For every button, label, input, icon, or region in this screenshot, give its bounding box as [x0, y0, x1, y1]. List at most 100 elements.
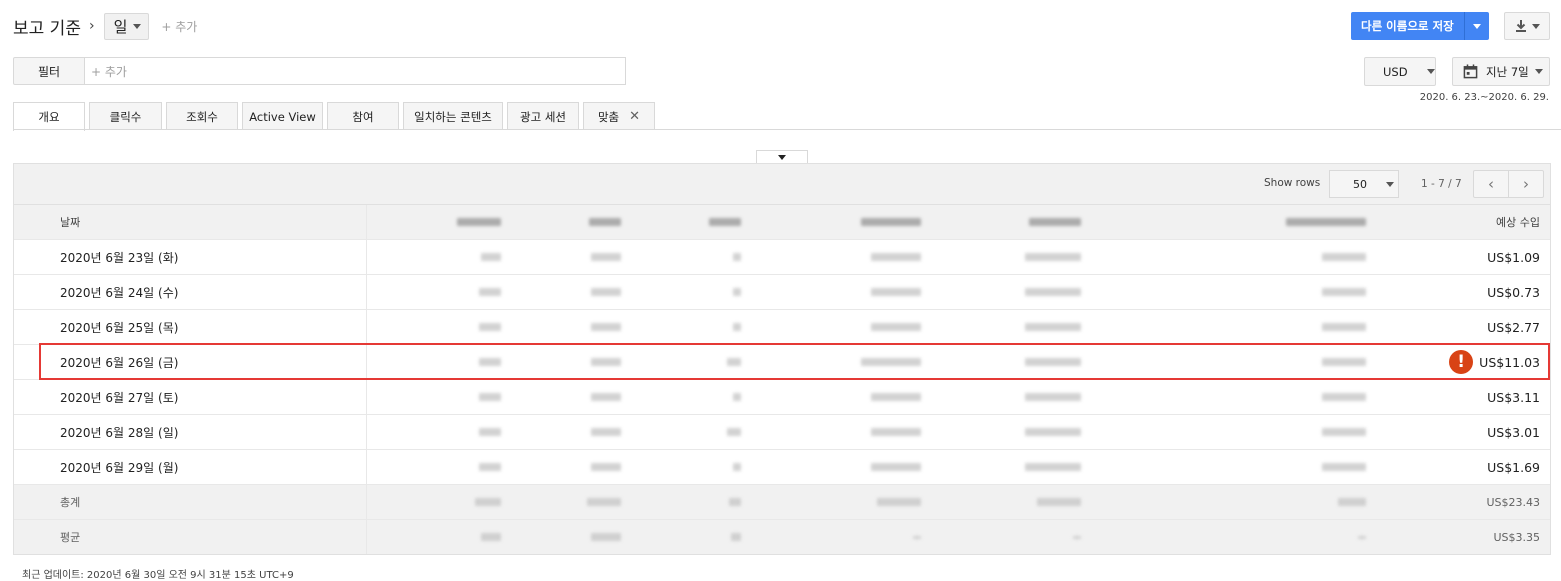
tab-custom[interactable]: 맞춤 ✕	[583, 102, 655, 130]
tab-active-view[interactable]: Active View	[242, 102, 323, 130]
redacted-text	[913, 535, 921, 539]
redacted-cell	[927, 240, 1087, 274]
redacted-text	[709, 218, 741, 226]
add-dimension-link[interactable]: + 추가	[161, 18, 197, 35]
redacted-text	[871, 393, 921, 401]
tab-matched-content[interactable]: 일치하는 콘텐츠	[403, 102, 503, 130]
redacted-text	[1286, 218, 1366, 226]
redacted-text	[479, 288, 501, 296]
redacted-cell	[927, 520, 1087, 554]
prev-page-button[interactable]: ‹	[1473, 170, 1509, 198]
tab-ad-sessions[interactable]: 광고 세션	[507, 102, 579, 130]
redacted-text	[591, 533, 621, 541]
table-row[interactable]: 2020년 6월 25일 (목) US$2.77	[14, 309, 1550, 344]
redacted-text	[727, 358, 741, 366]
redacted-cell	[1087, 275, 1372, 309]
redacted-text	[589, 218, 621, 226]
row-estimated-revenue: US$0.73	[1487, 284, 1540, 300]
redacted-cell	[367, 275, 507, 309]
report-unit-select[interactable]: 일	[103, 12, 150, 40]
redacted-cell	[627, 380, 747, 414]
redacted-text	[1322, 428, 1366, 436]
save-options-button[interactable]	[1463, 12, 1489, 40]
redacted-cell	[507, 275, 627, 309]
column-header-redacted[interactable]	[1087, 205, 1372, 239]
redacted-text	[587, 498, 621, 506]
report-table: 날짜 예상 수입 2020년 6월 23일 (화) US$1.09 2020년 …	[14, 204, 1550, 554]
redacted-text	[1322, 463, 1366, 471]
redacted-cell	[747, 345, 927, 379]
redacted-cell	[507, 520, 627, 554]
redacted-text	[1025, 323, 1081, 331]
redacted-cell	[1087, 450, 1372, 484]
rows-per-page-select[interactable]: 50	[1329, 170, 1399, 198]
next-page-button[interactable]: ›	[1508, 170, 1544, 198]
column-header-redacted[interactable]	[927, 205, 1087, 239]
redacted-cell	[627, 240, 747, 274]
redacted-text	[457, 218, 501, 226]
redacted-text	[481, 253, 501, 261]
currency-select[interactable]: USD	[1364, 57, 1436, 86]
column-header-redacted[interactable]	[507, 205, 627, 239]
redacted-cell	[367, 310, 507, 344]
tab-views[interactable]: 조회수	[166, 102, 238, 130]
redacted-text	[591, 288, 621, 296]
column-header-redacted[interactable]	[747, 205, 927, 239]
redacted-text	[1025, 358, 1081, 366]
redacted-text	[1322, 288, 1366, 296]
save-as-button[interactable]: 다른 이름으로 저장	[1351, 12, 1464, 40]
alert-icon[interactable]: !	[1449, 350, 1474, 374]
total-label: 총계	[14, 485, 367, 519]
tab-overview[interactable]: 개요	[13, 102, 85, 131]
date-range-select[interactable]: 지난 7일	[1452, 57, 1550, 86]
redacted-cell	[627, 275, 747, 309]
column-header-estimated-revenue[interactable]: 예상 수입	[1372, 205, 1550, 239]
redacted-text	[1358, 535, 1366, 539]
row-date: 2020년 6월 25일 (목)	[14, 310, 367, 344]
column-header-redacted[interactable]	[627, 205, 747, 239]
redacted-text	[733, 323, 741, 331]
redacted-text	[591, 358, 621, 366]
row-date: 2020년 6월 23일 (화)	[14, 240, 367, 274]
row-estimated-revenue: US$11.03	[1479, 354, 1540, 370]
filter-input[interactable]: + 추가	[84, 57, 626, 85]
table-row[interactable]: 2020년 6월 27일 (토) US$3.11	[14, 379, 1550, 414]
tab-engagement[interactable]: 참여	[327, 102, 399, 130]
table-row[interactable]: 2020년 6월 24일 (수) US$0.73	[14, 274, 1550, 309]
redacted-cell	[367, 415, 507, 449]
column-header-date[interactable]: 날짜	[14, 205, 367, 239]
close-icon[interactable]: ✕	[629, 109, 640, 124]
tab-clicks[interactable]: 클릭수	[89, 102, 162, 130]
row-estimated-revenue: US$2.77	[1487, 319, 1540, 335]
redacted-text	[1025, 253, 1081, 261]
redacted-cell	[927, 310, 1087, 344]
table-row-highlighted[interactable]: 2020년 6월 26일 (금) ! US$11.03	[14, 344, 1550, 379]
report-tabs: 개요 클릭수 조회수 Active View 참여 일치하는 콘텐츠 광고 세션…	[13, 102, 659, 131]
redacted-cell	[507, 450, 627, 484]
redacted-cell	[1087, 485, 1372, 519]
save-as-group: 다른 이름으로 저장	[1351, 12, 1489, 40]
last-updated-text: 최근 업데이트: 2020년 6월 30일 오전 9시 31분 15초 UTC+…	[22, 570, 294, 581]
redacted-cell	[747, 450, 927, 484]
table-row[interactable]: 2020년 6월 28일 (일) US$3.01	[14, 414, 1550, 449]
redacted-cell	[507, 380, 627, 414]
redacted-cell	[927, 485, 1087, 519]
table-row[interactable]: 2020년 6월 29일 (월) US$1.69	[14, 449, 1550, 484]
redacted-text	[481, 533, 501, 541]
download-button[interactable]	[1504, 12, 1550, 40]
redacted-text	[871, 428, 921, 436]
redacted-cell	[627, 345, 747, 379]
table-header-row: 날짜 예상 수입	[14, 204, 1550, 239]
redacted-text	[733, 288, 741, 296]
tab-custom-label: 맞춤	[597, 109, 620, 124]
redacted-cell	[367, 240, 507, 274]
redacted-text	[871, 288, 921, 296]
chart-collapse-toggle[interactable]	[756, 150, 808, 164]
redacted-text	[1025, 428, 1081, 436]
table-row[interactable]: 2020년 6월 23일 (화) US$1.09	[14, 239, 1550, 274]
redacted-cell	[747, 275, 927, 309]
redacted-text	[479, 323, 501, 331]
chevron-right-icon: ›	[1523, 175, 1529, 193]
redacted-cell	[927, 450, 1087, 484]
column-header-redacted[interactable]	[367, 205, 507, 239]
